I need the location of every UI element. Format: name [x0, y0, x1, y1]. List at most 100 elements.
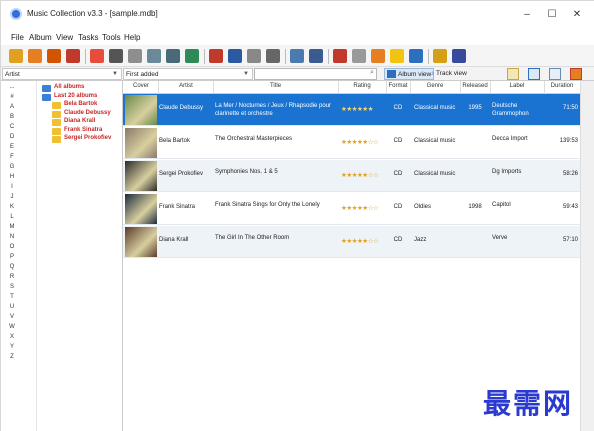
- maximize-button[interactable]: ☐: [538, 6, 566, 24]
- table-row[interactable]: Claude Debussy La Mer / Nocturnes / Jeux …: [123, 94, 580, 126]
- table-row[interactable]: Frank Sinatra Frank Sinatra Sings for Onl…: [123, 193, 580, 225]
- rating-stars-icon[interactable]: ★★★★★☆☆: [341, 171, 379, 179]
- col-genre[interactable]: Genre: [410, 83, 460, 89]
- album-cover-image: [125, 95, 157, 125]
- notes-icon[interactable]: [390, 49, 404, 63]
- table-row[interactable]: Sergei Prokofiev Symphonies Nos. 1 & 5 CD C…: [123, 160, 580, 192]
- rating-stars-icon[interactable]: ★★★★★☆☆: [341, 204, 379, 212]
- alpha-index-letter[interactable]: I: [7, 184, 17, 190]
- alpha-index-letter[interactable]: E: [7, 144, 17, 150]
- alpha-index-letter[interactable]: N: [7, 234, 17, 240]
- rating-stars-icon[interactable]: ★★★★★★: [341, 105, 373, 113]
- toolbar-separator: [204, 49, 205, 64]
- alpha-index-letter[interactable]: J: [7, 194, 17, 200]
- alpha-index-letter[interactable]: M: [7, 224, 17, 230]
- toolbar: [1, 45, 594, 67]
- cover-view-icon[interactable]: [570, 68, 582, 80]
- export-html-icon[interactable]: [266, 49, 280, 63]
- rating-stars-icon[interactable]: ★★★★★☆☆: [341, 138, 379, 146]
- image-icon[interactable]: [185, 49, 199, 63]
- new-album-icon[interactable]: [9, 49, 23, 63]
- alpha-index-letter[interactable]: B: [7, 114, 17, 120]
- track-view-button[interactable]: ♪ Track view: [429, 68, 469, 80]
- alpha-index-letter[interactable]: T: [7, 294, 17, 300]
- app-window: Music Collection v3.3 - [sample.mdb] – ☐…: [0, 0, 594, 431]
- alpha-index-letter[interactable]: Y: [7, 344, 17, 350]
- menu-file[interactable]: File: [11, 33, 24, 42]
- calendar-icon[interactable]: [333, 49, 347, 63]
- alpha-index-letter[interactable]: D: [7, 134, 17, 140]
- person-search-icon[interactable]: [147, 49, 161, 63]
- alpha-index-letter[interactable]: P: [7, 254, 17, 260]
- find-icon[interactable]: [290, 49, 304, 63]
- zoom-icon[interactable]: [309, 49, 323, 63]
- report-icon[interactable]: [209, 49, 223, 63]
- col-format[interactable]: Format: [386, 83, 410, 89]
- rating-stars-icon[interactable]: ★★★★★☆☆: [341, 237, 379, 245]
- print-icon[interactable]: [247, 49, 261, 63]
- add-album-icon[interactable]: [28, 49, 42, 63]
- col-released[interactable]: Released: [460, 83, 490, 89]
- field-select[interactable]: Artist ▼: [2, 68, 122, 80]
- table-row[interactable]: Bela Bartok The Orchestral Masterpieces CD…: [123, 127, 580, 159]
- alpha-index-letter[interactable]: A: [7, 104, 17, 110]
- alpha-index-letter[interactable]: Z: [7, 354, 17, 360]
- cell-label: Capitol: [492, 202, 511, 208]
- menu-album[interactable]: Album: [29, 33, 52, 42]
- alpha-index-letter[interactable]: W: [7, 324, 17, 330]
- alpha-index-letter[interactable]: ...: [7, 84, 17, 90]
- col-artist[interactable]: Artist: [159, 83, 213, 89]
- help-book-icon[interactable]: [452, 49, 466, 63]
- alpha-index-letter[interactable]: G: [7, 164, 17, 170]
- menu-view[interactable]: View: [56, 33, 73, 42]
- details-view-icon[interactable]: [507, 68, 519, 80]
- vertical-scrollbar[interactable]: [580, 81, 594, 431]
- cell-format: CD: [393, 237, 403, 243]
- save-icon[interactable]: [128, 49, 142, 63]
- menu-help[interactable]: Help: [124, 33, 140, 42]
- alpha-index-letter[interactable]: C: [7, 124, 17, 130]
- menu-tools[interactable]: Tools: [102, 33, 121, 42]
- search-input[interactable]: ⌕: [254, 68, 377, 80]
- document-icon[interactable]: [352, 49, 366, 63]
- col-rating[interactable]: Rating: [338, 83, 386, 89]
- col-title[interactable]: Title: [213, 83, 338, 89]
- link-icon[interactable]: [166, 49, 180, 63]
- grid-view-icon[interactable]: [549, 68, 561, 80]
- album-view-button[interactable]: Album view: [384, 68, 435, 80]
- col-duration[interactable]: Duration: [544, 83, 580, 89]
- alpha-index-letter[interactable]: F: [7, 154, 17, 160]
- alpha-index-letter[interactable]: #: [7, 94, 17, 100]
- alpha-index-letter[interactable]: H: [7, 174, 17, 180]
- cell-duration: 71:50: [562, 105, 578, 111]
- alpha-index-letter[interactable]: S: [7, 284, 17, 290]
- eject-icon[interactable]: [90, 49, 104, 63]
- cell-title: Symphonies Nos. 1 & 5: [215, 169, 278, 175]
- alpha-index-letter[interactable]: Q: [7, 264, 17, 270]
- cd-lookup-icon[interactable]: [109, 49, 123, 63]
- chart-icon[interactable]: [228, 49, 242, 63]
- loan-icon[interactable]: [433, 49, 447, 63]
- col-label[interactable]: Label: [490, 83, 544, 89]
- list-view-icon[interactable]: [528, 68, 540, 80]
- minimize-button[interactable]: –: [513, 6, 541, 24]
- edit-album-icon[interactable]: [47, 49, 61, 63]
- alpha-index-letter[interactable]: R: [7, 274, 17, 280]
- users-icon[interactable]: [409, 49, 423, 63]
- close-button[interactable]: ✕: [563, 6, 591, 24]
- col-cover[interactable]: Cover: [123, 83, 159, 89]
- statistics-icon[interactable]: [371, 49, 385, 63]
- alpha-index-letter[interactable]: X: [7, 334, 17, 340]
- alpha-index-letter[interactable]: U: [7, 304, 17, 310]
- alpha-index-letter[interactable]: K: [7, 204, 17, 210]
- delete-album-icon[interactable]: [66, 49, 80, 63]
- sort-select-value: First added: [126, 71, 159, 78]
- alpha-index-letter[interactable]: L: [7, 214, 17, 220]
- folder-icon: [42, 93, 51, 101]
- alpha-index-letter[interactable]: O: [7, 244, 17, 250]
- search-icon[interactable]: ⌕: [370, 69, 374, 77]
- table-row[interactable]: Diana Krall The Girl In The Other Room CD J…: [123, 226, 580, 258]
- sort-select[interactable]: First added ▼: [123, 68, 253, 80]
- alpha-index-letter[interactable]: V: [7, 314, 17, 320]
- menu-tasks[interactable]: Tasks: [78, 33, 98, 42]
